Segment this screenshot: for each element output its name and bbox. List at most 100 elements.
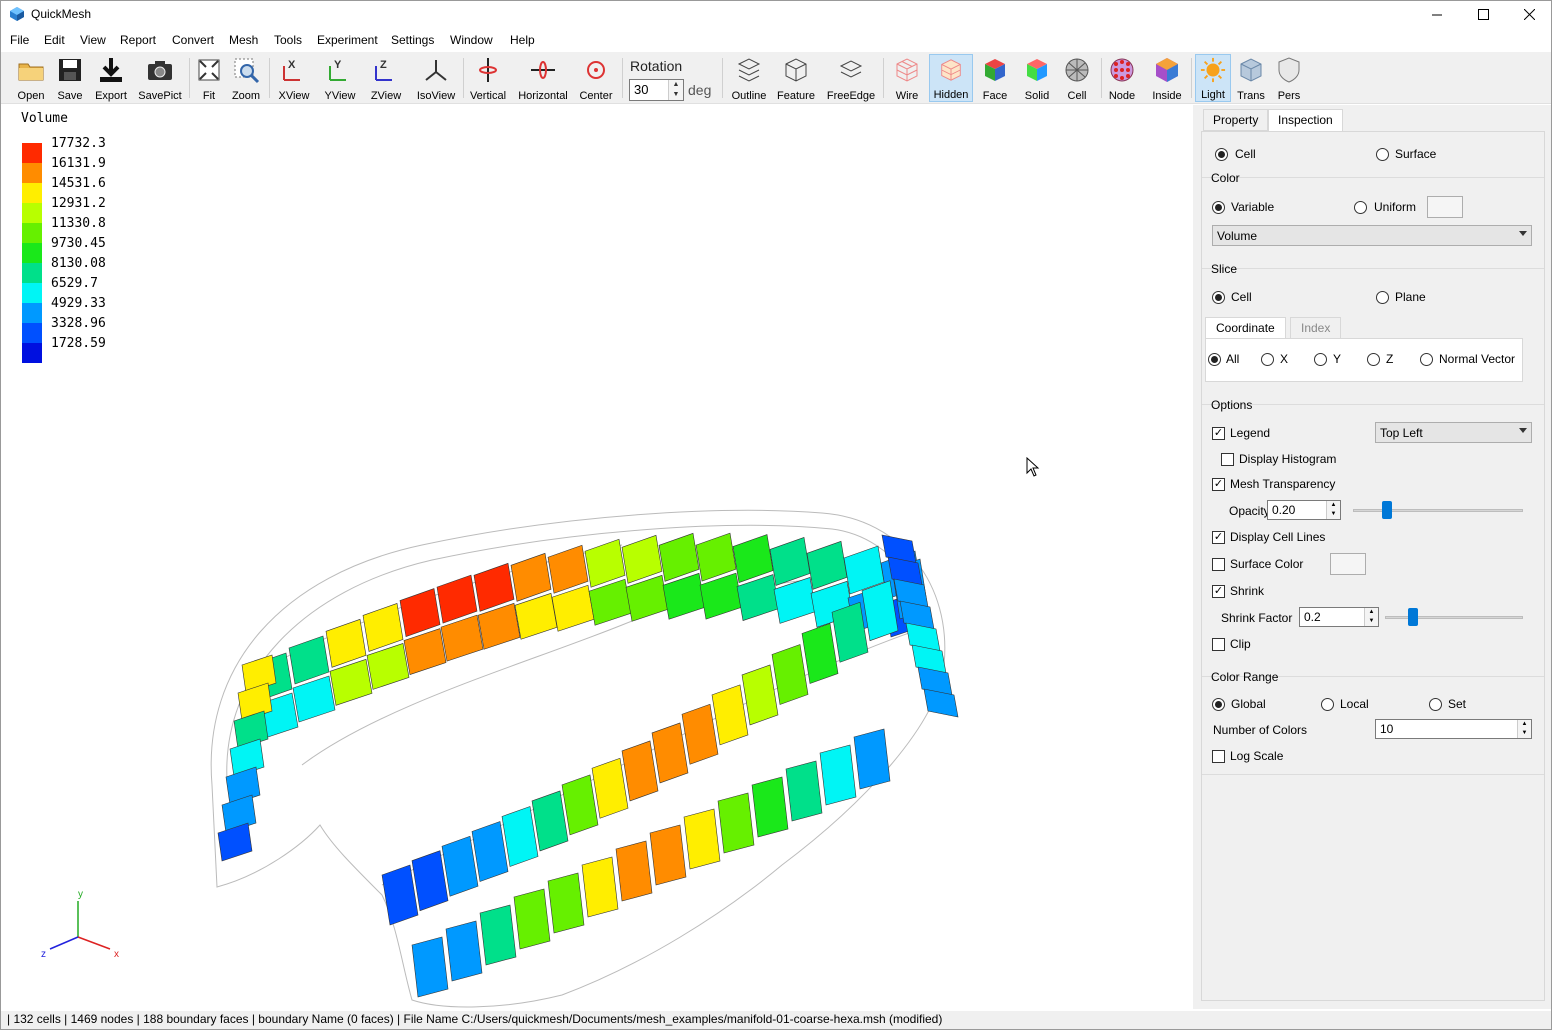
node-button[interactable]: Node	[1105, 54, 1139, 102]
range-global-radio[interactable]	[1212, 698, 1225, 711]
variable-select[interactable]: Volume	[1212, 225, 1532, 246]
xview-button[interactable]: X XView	[275, 54, 313, 102]
yview-button[interactable]: Y YView	[321, 54, 359, 102]
mesh-transparency-checkbox[interactable]: ✓	[1212, 478, 1225, 491]
axis-y-radio[interactable]	[1314, 353, 1327, 366]
menu-file[interactable]: File	[10, 33, 29, 47]
maximize-button[interactable]	[1460, 1, 1506, 28]
mesh-transparency-label: Mesh Transparency	[1230, 477, 1336, 491]
shrink-slider-track[interactable]	[1385, 616, 1523, 619]
mesh-cell	[732, 534, 774, 583]
target-surface-radio[interactable]	[1376, 148, 1389, 161]
trans-button[interactable]: Trans	[1235, 54, 1267, 102]
menu-bar: File Edit View Report Convert Mesh Tools…	[1, 30, 1551, 50]
cell-lines-checkbox[interactable]: ✓	[1212, 531, 1225, 544]
light-button[interactable]: Light	[1195, 54, 1231, 102]
zview-button[interactable]: Z ZView	[367, 54, 405, 102]
cell-button[interactable]: Cell	[1061, 54, 1093, 102]
range-set-radio[interactable]	[1429, 698, 1442, 711]
opacity-slider-thumb[interactable]	[1382, 501, 1392, 519]
opacity-slider-track[interactable]	[1353, 509, 1523, 512]
outline-button[interactable]: Outline	[729, 54, 769, 102]
subtab-index[interactable]: Index	[1290, 317, 1342, 339]
horizontal-rotate-button[interactable]: Horizontal	[515, 54, 571, 102]
target-cell-radio[interactable]	[1215, 148, 1228, 161]
divider	[1202, 177, 1544, 178]
histogram-checkbox[interactable]	[1221, 453, 1234, 466]
opacity-spinner-buttons[interactable]: ▲ ▼	[1326, 501, 1340, 519]
center-button[interactable]: Center	[577, 54, 615, 102]
slice-plane-radio[interactable]	[1376, 291, 1389, 304]
shrink-factor-input[interactable]: 0.2 ▲ ▼	[1299, 607, 1379, 627]
x-view-axis-icon: X	[283, 59, 300, 81]
feature-button[interactable]: Feature	[775, 54, 817, 102]
mesh-cell	[436, 574, 478, 624]
menu-settings[interactable]: Settings	[391, 33, 434, 47]
opacity-input[interactable]: 0.20 ▲ ▼	[1267, 500, 1341, 520]
export-button[interactable]: Export	[92, 54, 130, 102]
solid-button[interactable]: Solid	[1021, 54, 1053, 102]
minimize-button[interactable]	[1414, 1, 1460, 28]
menu-mesh[interactable]: Mesh	[229, 33, 258, 47]
inside-button[interactable]: Inside	[1149, 54, 1185, 102]
axis-z-radio[interactable]	[1367, 353, 1380, 366]
hidden-button[interactable]: Hidden	[929, 54, 973, 102]
num-colors-input[interactable]: 10 ▲ ▼	[1375, 719, 1532, 739]
open-button[interactable]: Open	[14, 54, 48, 102]
axis-x-radio[interactable]	[1261, 353, 1274, 366]
menu-experiment[interactable]: Experiment	[317, 33, 378, 47]
mesh-cell	[547, 872, 585, 934]
menu-tools[interactable]: Tools	[274, 33, 302, 47]
menu-view[interactable]: View	[80, 33, 106, 47]
mesh-cell	[771, 644, 809, 705]
uniform-color-swatch[interactable]	[1427, 196, 1463, 218]
shrink-spinner-buttons[interactable]: ▲ ▼	[1364, 608, 1378, 626]
mesh-render[interactable]	[2, 105, 1192, 1009]
wire-button[interactable]: Wire	[889, 54, 925, 102]
3d-viewport[interactable]: Volume 17732.3 16131.9 14531.6 12931.2 11330…	[2, 105, 1192, 1009]
shrink-slider-thumb[interactable]	[1407, 608, 1418, 626]
face-button[interactable]: Face	[979, 54, 1011, 102]
mesh-cell	[905, 622, 941, 652]
mesh-cell	[403, 628, 447, 675]
log-scale-checkbox[interactable]	[1212, 750, 1225, 763]
slice-cell-radio[interactable]	[1212, 291, 1225, 304]
menu-window[interactable]: Window	[450, 33, 493, 47]
color-uniform-radio[interactable]	[1354, 201, 1367, 214]
shrink-factor-value: 0.2	[1304, 610, 1321, 624]
color-uniform-label: Uniform	[1374, 200, 1417, 214]
zoom-button[interactable]: Zoom	[229, 54, 263, 102]
clip-checkbox[interactable]	[1212, 638, 1225, 651]
feature-cube-icon	[785, 58, 807, 82]
color-variable-radio[interactable]	[1212, 201, 1225, 214]
vertical-rotate-button[interactable]: Vertical	[467, 54, 509, 102]
close-button[interactable]	[1506, 1, 1552, 28]
tab-property[interactable]: Property	[1203, 109, 1269, 131]
num-colors-spinner-buttons[interactable]: ▲ ▼	[1517, 720, 1531, 738]
menu-help[interactable]: Help	[510, 33, 535, 47]
divider	[1202, 268, 1544, 269]
axis-all-radio[interactable]	[1208, 353, 1221, 366]
normal-vector-radio[interactable]	[1420, 353, 1433, 366]
surface-color-checkbox[interactable]	[1212, 558, 1225, 571]
histogram-label: Display Histogram	[1239, 452, 1337, 466]
axis-all-label: All	[1226, 352, 1240, 366]
legend-checkbox[interactable]: ✓	[1212, 427, 1225, 440]
tab-inspection[interactable]: Inspection	[1268, 109, 1343, 131]
fit-button[interactable]: Fit	[195, 54, 223, 102]
menu-report[interactable]: Report	[120, 33, 156, 47]
axis-y-label-radio: Y	[1333, 352, 1342, 366]
subtab-coordinate[interactable]: Coordinate	[1205, 317, 1286, 339]
range-local-radio[interactable]	[1321, 698, 1334, 711]
pers-button[interactable]: Pers	[1273, 54, 1305, 102]
savepict-button[interactable]: SavePict	[137, 54, 183, 102]
legend-position-select[interactable]: Top Left	[1375, 422, 1532, 443]
shrink-checkbox[interactable]: ✓	[1212, 585, 1225, 598]
rotation-spinner-buttons[interactable]: ▲ ▼	[668, 80, 683, 100]
save-button[interactable]: Save	[53, 54, 87, 102]
menu-edit[interactable]: Edit	[44, 33, 65, 47]
menu-convert[interactable]: Convert	[172, 33, 214, 47]
isoview-button[interactable]: IsoView	[413, 54, 459, 102]
surface-color-swatch[interactable]	[1330, 553, 1366, 575]
freeedge-button[interactable]: FreeEdge	[825, 54, 877, 102]
